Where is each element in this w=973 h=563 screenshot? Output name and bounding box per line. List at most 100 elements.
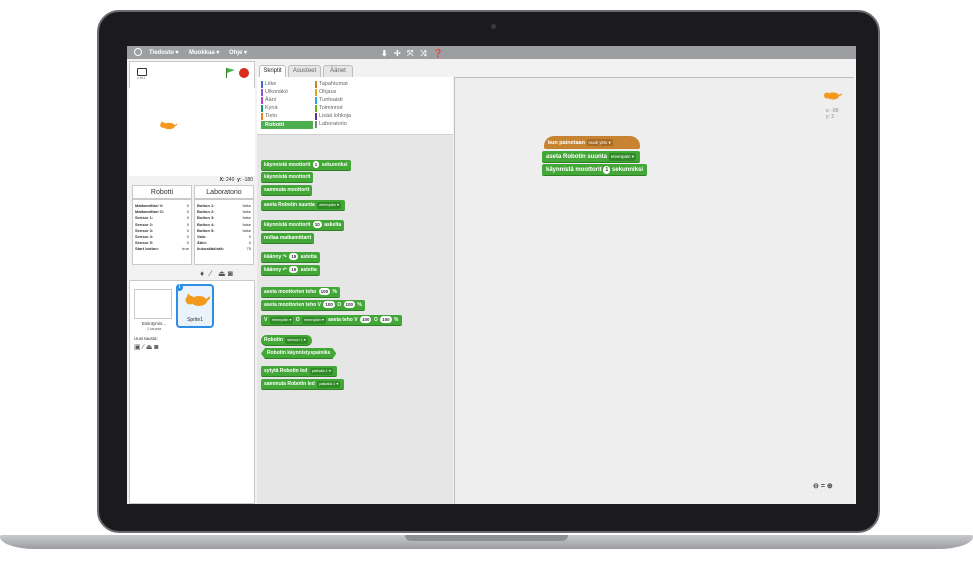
block-text: käynnistä moottorit (264, 174, 311, 180)
block-number-input[interactable]: 15 (289, 266, 299, 273)
green-flag-icon[interactable] (226, 68, 235, 78)
category-label: Kynä (265, 105, 278, 111)
category-toiminnot[interactable]: Toiminnot (315, 105, 343, 112)
duplicate-icon[interactable]: ⬇ (381, 49, 388, 58)
block-dropdown[interactable]: sensori 1 ▾ (285, 337, 308, 344)
run-motors-block[interactable]: käynnistä moottorit 1 sekunniksi (542, 164, 648, 176)
current-sprite-icon (824, 92, 842, 100)
zoom-out-icon[interactable]: ⊖ (813, 483, 819, 490)
palette-block[interactable]: käynnistä moottorit 1 sekunniksi (261, 160, 351, 171)
palette-block[interactable]: aseta moottorien teho 100 % (261, 287, 340, 298)
palette-block[interactable]: Robotin käynnistyspainike (261, 348, 336, 359)
key-dropdown[interactable]: nuoli ylös ▾ (586, 139, 613, 146)
presentation-mode-icon[interactable] (137, 68, 147, 76)
block-number-input[interactable]: 100 (323, 301, 335, 308)
category-laboratorio[interactable]: Laboratorio (315, 121, 347, 128)
palette-block[interactable]: käynnistä moottorit 10 askelta (261, 220, 345, 231)
delete-scissors-icon[interactable]: ✢ (394, 49, 401, 58)
paint-sprite-icon[interactable]: ∕ (210, 269, 211, 278)
palette-block[interactable]: sammuta moottorit (261, 185, 313, 196)
stop-icon[interactable] (239, 68, 249, 78)
zoom-controls: ⊖ = ⊕ (813, 482, 833, 490)
block-dropdown[interactable]: paikalla 1 ▾ (309, 368, 333, 375)
block-dropdown[interactable]: paikalla 1 ▾ (317, 381, 341, 388)
zoom-in-icon[interactable]: ⊕ (827, 483, 833, 490)
menu-file[interactable]: Tiedosto ▾ (149, 49, 179, 56)
backdrop-library-icon[interactable]: ▣ (134, 344, 141, 351)
backdrop-paint-icon[interactable]: ∕ (143, 344, 144, 351)
block-number-input[interactable]: 15 (289, 253, 299, 260)
lab-tab[interactable]: Laboratorio (194, 185, 254, 199)
block-number-input[interactable]: 100 (380, 316, 392, 323)
menu-edit[interactable]: Muokkaa ▾ (189, 49, 219, 56)
cat-sprite-icon[interactable] (159, 121, 177, 131)
category-tapahtumat[interactable]: Tapahtumat (315, 81, 348, 88)
lab-sensor-value: 0 (248, 240, 251, 246)
block-text: Robotin (264, 337, 285, 343)
category-ohjaus[interactable]: Ohjaus (315, 89, 336, 96)
menu-help[interactable]: Ohje ▾ (229, 49, 247, 56)
palette-block[interactable]: sammuta Robotin led paikalla 1 ▾ (261, 379, 345, 390)
block-number-input[interactable]: 100 (359, 316, 372, 323)
category--ni[interactable]: Ääni (261, 97, 276, 104)
palette-block[interactable]: sytytä Robotin led paikalla 1 ▾ (261, 366, 337, 377)
robot-sensor-value: 0 (186, 233, 189, 239)
block-number-input[interactable]: 10 (312, 221, 322, 228)
block-text: aseta Robotin suunta (264, 202, 317, 208)
grow-icon[interactable]: ⤧ (407, 49, 413, 58)
block-dropdown[interactable]: eteenpäin ▾ (317, 202, 341, 209)
stage-canvas[interactable] (129, 88, 255, 176)
tab-sounds[interactable]: Äänet (323, 65, 353, 77)
category-kyn-[interactable]: Kynä (261, 105, 278, 112)
palette-block[interactable]: käänny ↷ 15 astetta (261, 252, 320, 263)
sprite-info-icon[interactable]: i (176, 284, 183, 291)
tab-scripts[interactable]: Skriptit (259, 65, 286, 77)
tab-costumes[interactable]: Asusteet (288, 65, 321, 77)
palette-block[interactable]: V eteenpäin ▾ O eteenpäin ▾ aseta teho V… (261, 315, 402, 326)
palette-block[interactable]: Robotin sensori 1 ▾ (261, 335, 312, 346)
palette-block[interactable]: käynnistä moottorit (261, 172, 314, 183)
shrink-icon[interactable]: ⤨ (420, 49, 426, 58)
category-tieto[interactable]: Tieto (261, 113, 277, 120)
category-label: Robotti (265, 122, 285, 128)
stage-thumbnail[interactable] (134, 289, 172, 319)
palette-block[interactable]: aseta moottorien teho V 100 O 100 % (261, 300, 365, 311)
backdrop-upload-icon[interactable]: ⏏ (146, 344, 153, 351)
block-dropdown[interactable]: eteenpäin ▾ (302, 317, 326, 324)
language-globe-icon[interactable] (134, 48, 142, 56)
block-dropdown[interactable]: eteenpäin ▾ (269, 317, 294, 324)
block-text: sytytä Robotin led (264, 368, 309, 374)
robot-sensor-value: 0 (186, 209, 189, 215)
robot-tab[interactable]: Robotti (132, 185, 192, 199)
palette-block[interactable]: käänny ↶ 15 astetta (261, 265, 320, 276)
sprite-tile[interactable]: i Sprite1 (176, 284, 214, 328)
help-block-icon[interactable]: ❓ (433, 49, 443, 58)
upload-sprite-icon[interactable]: ⏏ (218, 269, 226, 278)
set-direction-block[interactable]: aseta Robotin suunta eteenpäin ▾ (542, 151, 640, 163)
block-number-input[interactable]: 100 (343, 301, 356, 308)
camera-sprite-icon[interactable]: ◙ (228, 269, 233, 278)
block-number-input[interactable]: 100 (318, 288, 331, 295)
palette-block[interactable]: nollaa matkamittarit (261, 233, 315, 244)
block-text: astetta (299, 254, 317, 260)
block-text: sammuta Robotin led (264, 381, 317, 387)
when-key-pressed-block[interactable]: kun painetaan nuoli ylös ▾ (544, 136, 640, 149)
category-robotti[interactable]: Robotti (261, 121, 313, 129)
lab-sensor-row: liukusäädintä: 75 (197, 246, 251, 252)
direction-dropdown[interactable]: eteenpäin ▾ (608, 153, 636, 161)
category-label: Tapahtumat (319, 81, 348, 87)
category-ulkon-k-[interactable]: Ulkonäkö (261, 89, 288, 96)
category-tuntoaisti[interactable]: Tuntoaisti (315, 97, 343, 104)
choose-sprite-icon[interactable]: ♦ (200, 269, 204, 278)
lab-sensor-value: false (242, 215, 251, 221)
backdrop-camera-icon[interactable]: ◙ (154, 344, 158, 351)
category-liike[interactable]: Liike (261, 81, 276, 88)
menu-bar: Tiedosto ▾ Muokkaa ▾ Ohje ▾ ⬇ ✢ ⤧ ⤨ ❓ (127, 46, 856, 59)
robot-sensor-key: Sensor 2: (135, 221, 154, 227)
palette-block[interactable]: aseta Robotin suunta eteenpäin ▾ (261, 200, 345, 211)
category-lis-lohkoja[interactable]: Lisää lohkoja (315, 113, 351, 120)
block-number-input[interactable]: 1 (312, 161, 320, 168)
zoom-reset-icon[interactable]: = (821, 483, 825, 490)
scripts-area[interactable] (454, 77, 854, 504)
run-seconds-input[interactable]: 1 (603, 166, 611, 174)
